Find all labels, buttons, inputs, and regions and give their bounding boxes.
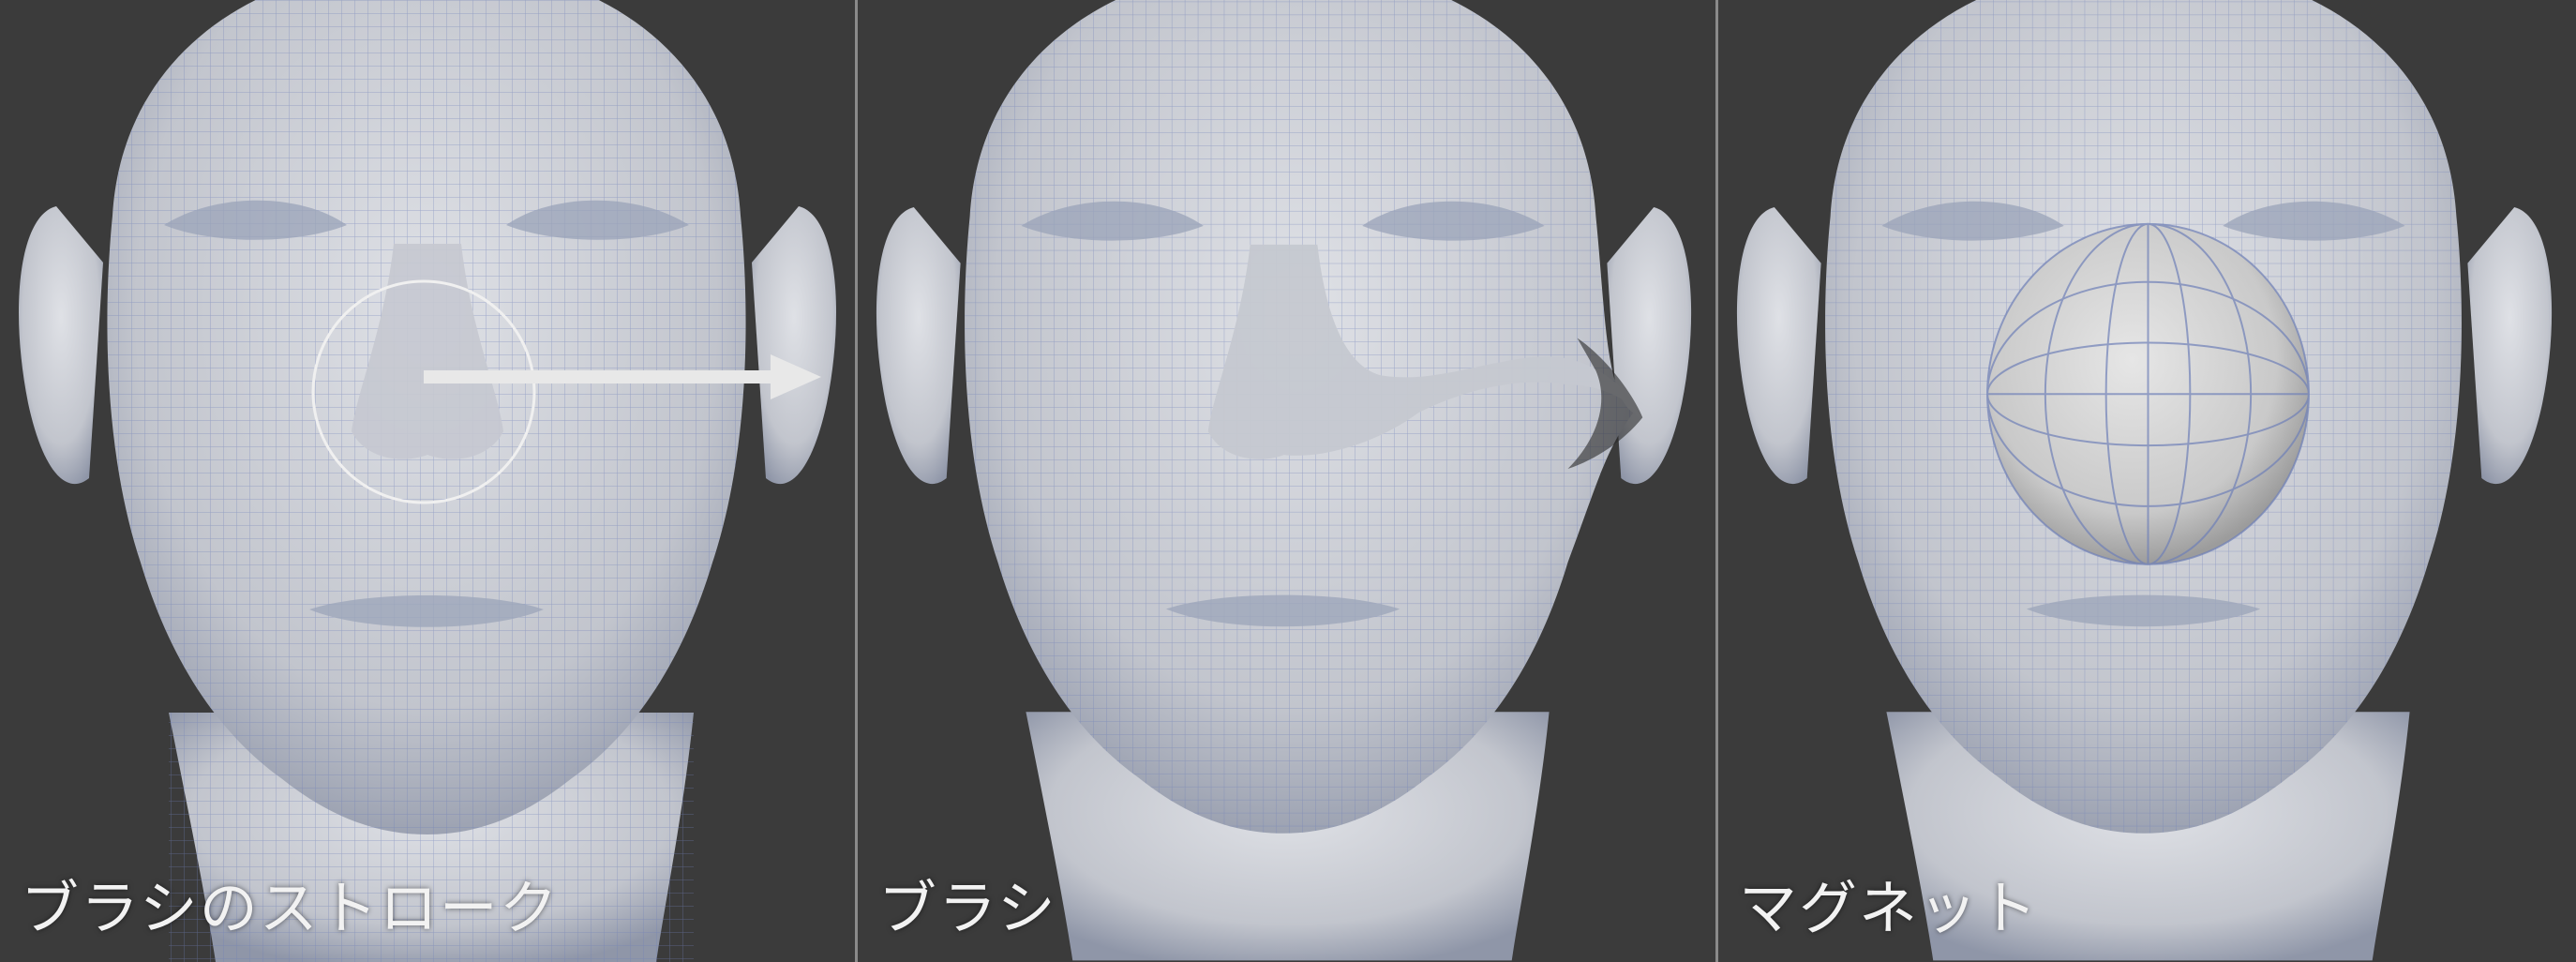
panel-caption-magnet: マグネット [1739, 874, 2040, 942]
panel-caption-stroke: ブラシのストローク [21, 874, 560, 942]
panel-brush[interactable]: ブラシ [855, 0, 1715, 962]
viewport-3d[interactable]: ブラシのストローク ブラシ マグネット [0, 0, 2576, 962]
right-ear [752, 206, 836, 485]
right-ear [2467, 206, 2553, 485]
panel-brush-stroke[interactable]: ブラシのストローク [0, 0, 855, 962]
head-mesh-view[interactable] [1718, 0, 2576, 962]
right-ear [1607, 206, 1692, 485]
left-ear [876, 206, 961, 485]
left-ear [19, 206, 103, 485]
head-mesh-view[interactable] [858, 0, 1715, 962]
left-ear [1736, 206, 1821, 485]
panel-magnet[interactable]: マグネット [1715, 0, 2576, 962]
head-mesh-view[interactable] [0, 0, 855, 962]
panel-caption-brush: ブラシ [878, 874, 1057, 942]
inflated-nose-ball [1986, 222, 2310, 565]
